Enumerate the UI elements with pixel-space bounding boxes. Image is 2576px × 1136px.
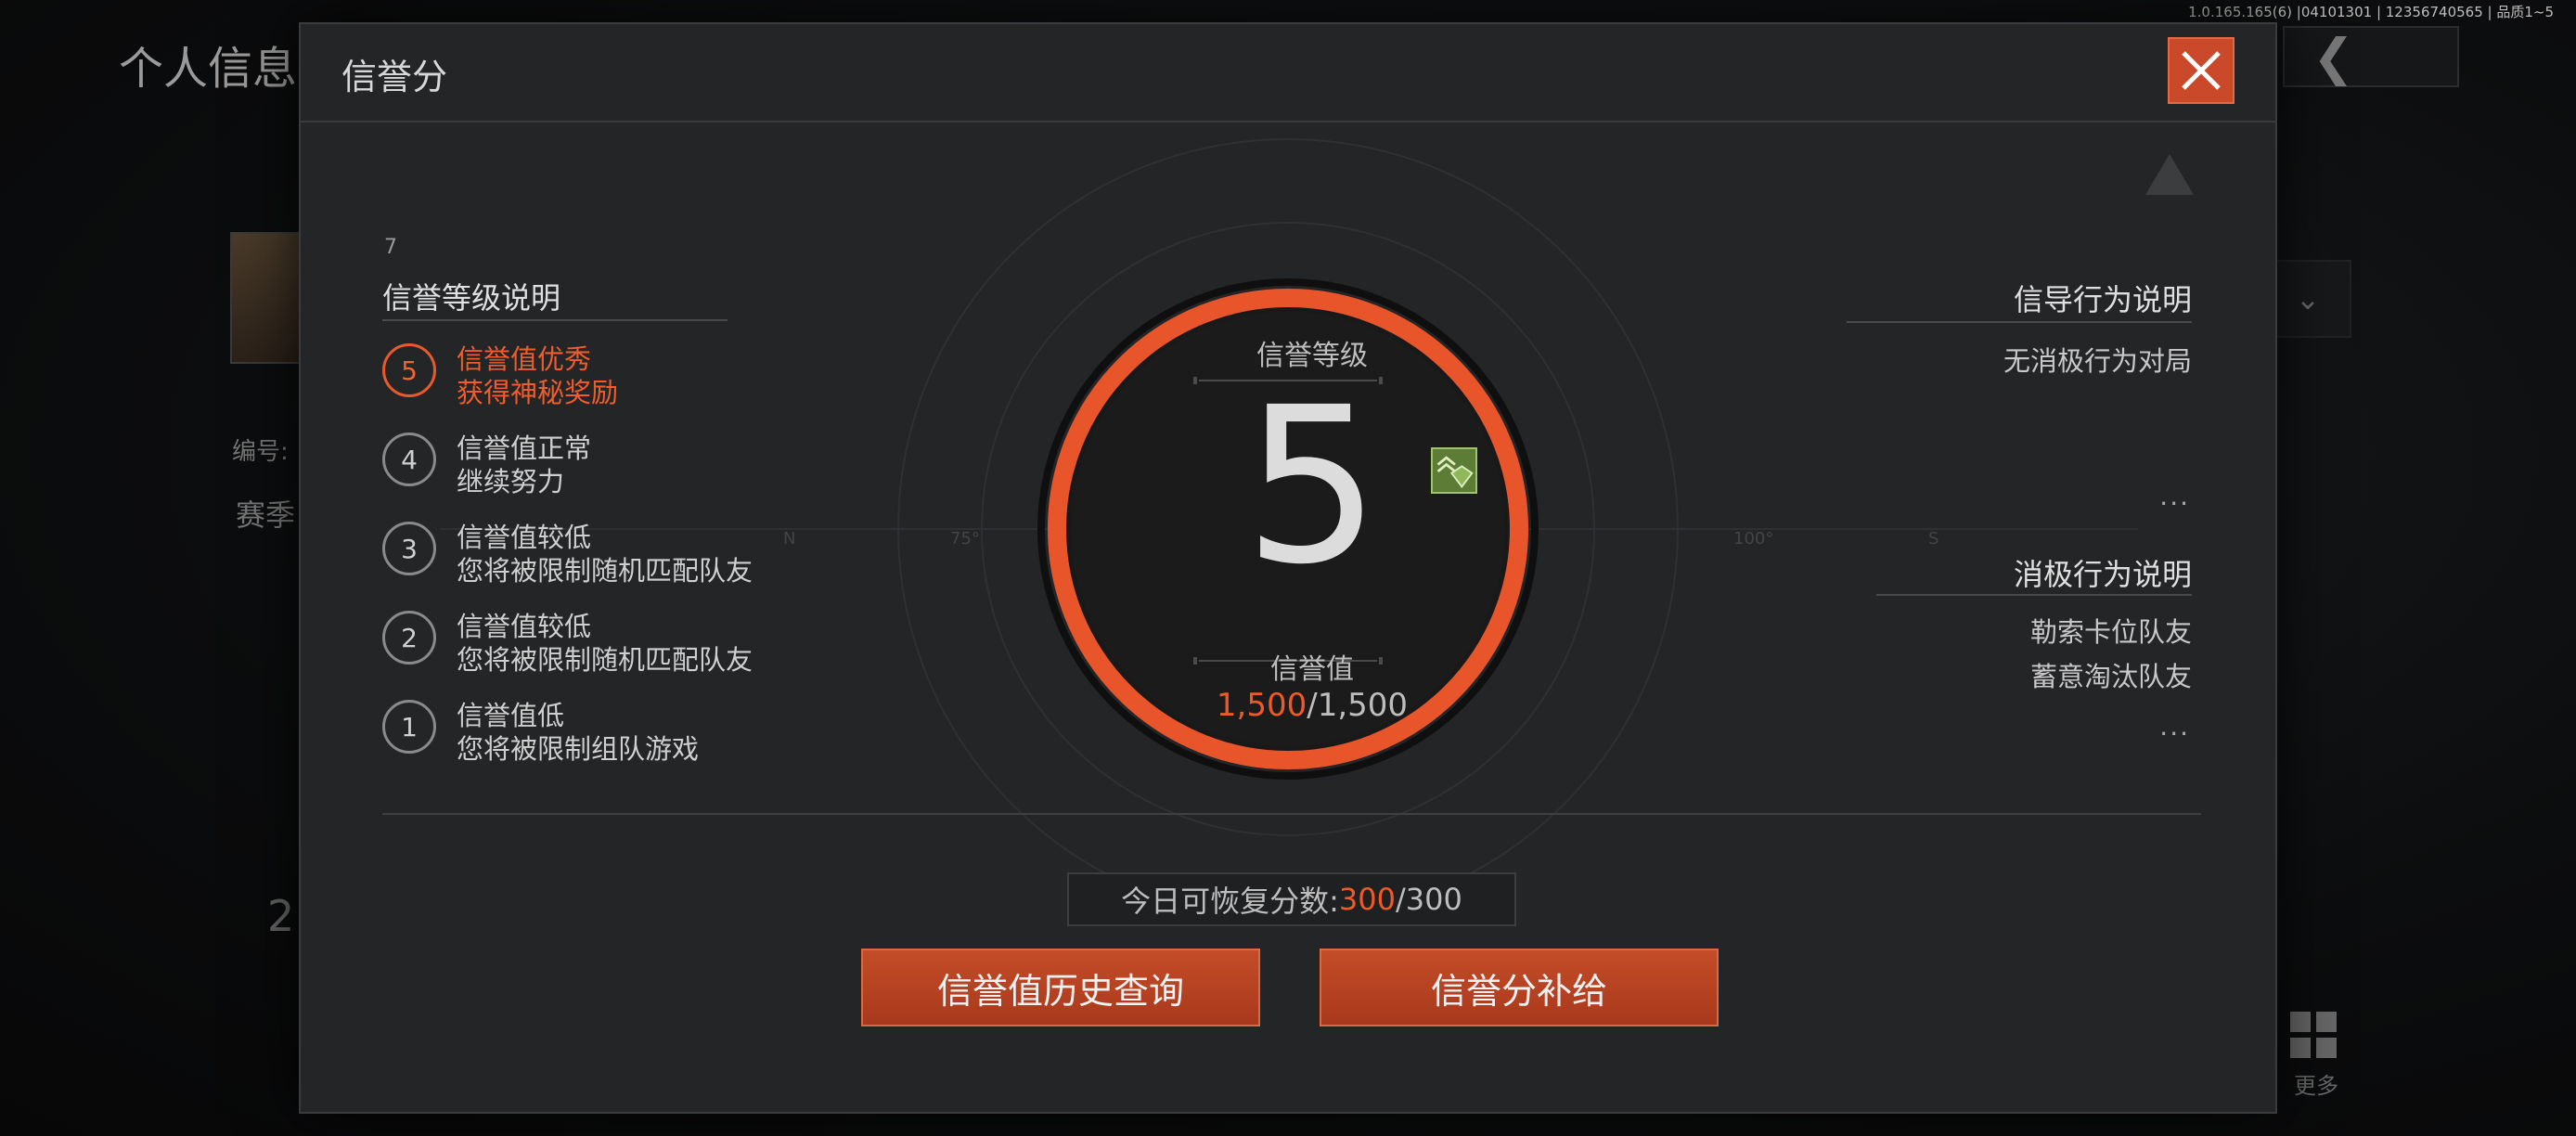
compass-tick-75: 75° — [950, 529, 980, 549]
more-label: 更多 — [2294, 1073, 2338, 1099]
tier-item-2: 2 信誉值较低 您将被限制随机匹配队友 — [382, 605, 846, 679]
background-id-label: 编号: — [232, 438, 289, 466]
close-button[interactable] — [2168, 37, 2235, 104]
dialog-title: 信誉分 — [341, 57, 448, 97]
section-divider — [382, 813, 2201, 815]
tier-badge: 2 — [382, 611, 436, 665]
tier-desc: 继续努力 — [457, 466, 565, 497]
negative-more-button[interactable]: ... — [2159, 711, 2190, 742]
more-grid-icon[interactable] — [2290, 1012, 2340, 1062]
tier-desc: 您将被限制随机匹配队友 — [457, 644, 753, 676]
tier-item-1: 1 信誉值低 您将被限制组队游戏 — [382, 694, 846, 768]
negative-behavior-heading: 消极行为说明 — [2013, 557, 2192, 592]
heading-underline — [382, 319, 728, 321]
tier-desc: 您将被限制随机匹配队友 — [457, 555, 753, 587]
heading-underline — [1847, 321, 2192, 323]
recover-max: /300 — [1396, 882, 1462, 917]
compass-tick-s: S — [1928, 529, 1938, 549]
credit-score-max: /1,500 — [1307, 687, 1409, 724]
credit-level-value: 5 — [1243, 361, 1381, 612]
guide-behavior-heading: 信导行为说明 — [2013, 282, 2192, 317]
credit-level-heading: 信誉等级说明 — [382, 280, 561, 316]
background-season-label: 赛季 — [236, 497, 296, 533]
negative-behavior-item: 蓄意淘汰队友 — [2029, 661, 2192, 692]
deco-number: 7 — [384, 236, 397, 259]
tier-item-5: 5 信誉值优秀 获得神秘奖励 — [382, 338, 846, 412]
guide-more-button[interactable]: ... — [2159, 481, 2190, 511]
guide-behavior-item: 无消极行为对局 — [2003, 345, 2192, 377]
credit-score-dialog: 信誉分 N 75° 100° S 7 信誉等级说明 5 信誉值优秀 获得神秘奖励… — [299, 22, 2277, 1114]
negative-behavior-item: 勒索卡位队友 — [2029, 616, 2192, 648]
credit-score-label: 信誉值 — [1270, 653, 1354, 686]
chevron-left-icon: ❮ — [2312, 27, 2355, 86]
background-stat-value: 2 — [267, 891, 295, 941]
version-string: 1.0.165.165(6) |04101301 | 12356740565 |… — [2188, 4, 2554, 20]
dialog-header: 信誉分 — [301, 24, 2275, 123]
tier-desc: 您将被限制组队游戏 — [457, 733, 700, 765]
tier-badge: 4 — [382, 432, 436, 486]
chevron-down-icon: ⌄ — [2295, 281, 2321, 316]
compass-tick-100: 100° — [1733, 529, 1773, 549]
recover-current: 300 — [1338, 882, 1396, 917]
credit-score-current: 1,500 — [1216, 687, 1307, 724]
credit-score-value: 1,500/1,500 — [1164, 687, 1461, 724]
rank-chevron-icon[interactable] — [1431, 447, 1477, 494]
tier-item-4: 4 信誉值正常 继续努力 — [382, 427, 846, 501]
back-button[interactable]: ❮ — [2283, 26, 2459, 87]
credit-supply-button[interactable]: 信誉分补给 — [1320, 949, 1719, 1026]
daily-recoverable-score: 今日可恢复分数: 300/300 — [1067, 872, 1516, 926]
tier-badge: 5 — [382, 343, 436, 397]
tier-badge: 3 — [382, 522, 436, 575]
background-page-title: 个人信息 — [119, 43, 298, 95]
close-x-icon — [2182, 51, 2221, 90]
credit-history-button[interactable]: 信誉值历史查询 — [861, 949, 1260, 1026]
recover-label: 今日可恢复分数: — [1121, 884, 1339, 919]
heading-underline — [1876, 594, 2192, 596]
tier-item-3: 3 信誉值较低 您将被限制随机匹配队友 — [382, 516, 846, 590]
tier-desc: 获得神秘奖励 — [457, 377, 619, 408]
tier-badge: 1 — [382, 700, 436, 754]
